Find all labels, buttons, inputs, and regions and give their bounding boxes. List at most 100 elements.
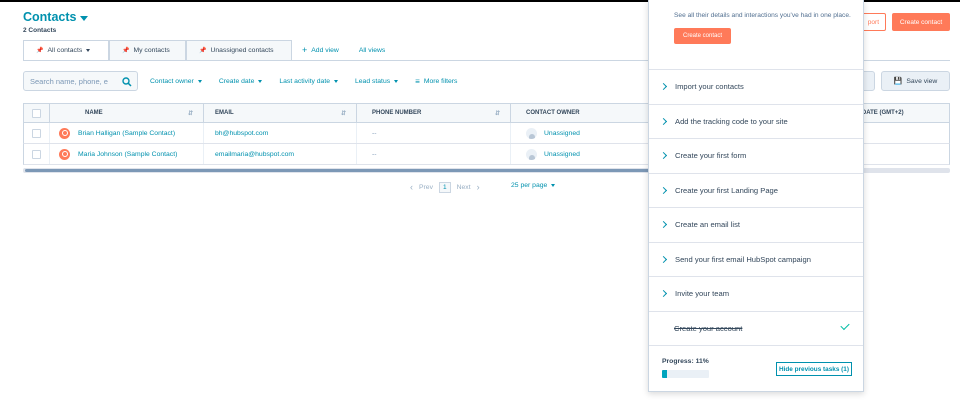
task-description: See all their details and interactions y…	[674, 12, 851, 19]
avatar-icon	[526, 148, 537, 160]
add-view-label: Add view	[311, 46, 339, 54]
search-box	[23, 71, 138, 91]
checklist-expanded-task: See all their details and interactions y…	[649, 0, 863, 70]
pin-icon: 📌	[199, 48, 207, 54]
chevron-down-icon	[258, 79, 263, 83]
phone-cell: --	[357, 123, 511, 143]
checklist-task[interactable]: Create your first Landing Page	[649, 174, 863, 208]
record-count: 2 Contacts	[23, 27, 57, 34]
task-label: Import your contacts	[675, 82, 744, 92]
column-header-email[interactable]: EMAIL ⇵	[204, 104, 357, 122]
sort-icon[interactable]: ⇵	[341, 110, 346, 117]
select-all-checkbox[interactable]	[32, 108, 41, 118]
current-page[interactable]: 1	[438, 181, 451, 193]
prev-page-button[interactable]: Prev	[419, 184, 433, 191]
filter-label: Lead status	[354, 77, 391, 85]
task-label: Create your first form	[675, 151, 747, 161]
filter-lead-status[interactable]: Lead status	[354, 77, 399, 85]
email-cell[interactable]: emailmaria@hubspot.com	[204, 144, 357, 164]
filter-lines-icon: ≡	[415, 76, 420, 86]
chevron-right-icon	[659, 117, 668, 125]
column-label: EMAIL	[215, 110, 234, 116]
hubspot-icon	[59, 127, 70, 139]
per-page-dropdown[interactable]: 25 per page	[511, 182, 556, 189]
tab-label: All contacts	[47, 47, 83, 54]
task-label: Create an email list	[675, 220, 740, 230]
chevron-down-icon	[197, 79, 202, 83]
task-label: Send your first email HubSpot campaign	[675, 254, 811, 264]
view-tabs: 📌 All contacts 📌 My contacts 📌 Unassigne…	[23, 40, 395, 60]
save-view-button[interactable]: 💾 Save view	[881, 71, 950, 91]
plus-icon: +	[302, 45, 308, 55]
filter-contact-owner[interactable]: Contact owner	[150, 78, 202, 85]
filter-label: Create date	[218, 77, 255, 85]
contact-name-link[interactable]: Brian Halligan (Sample Contact)	[78, 130, 175, 137]
save-icon: 💾	[893, 78, 903, 85]
row-select-cell	[24, 123, 50, 143]
scrollbar-thumb[interactable]	[25, 169, 665, 172]
checklist-task[interactable]: Create your first form	[649, 139, 863, 174]
sort-icon[interactable]: ⇵	[495, 110, 500, 117]
pagination: ‹ Prev 1 Next ›	[410, 181, 480, 193]
task-label: Create your account	[674, 323, 743, 333]
onboarding-checklist-panel: See all their details and interactions y…	[648, 0, 864, 392]
tab-unassigned-contacts[interactable]: 📌 Unassigned contacts	[186, 40, 292, 60]
checkmark-icon	[840, 320, 850, 330]
contact-name-link[interactable]: Maria Johnson (Sample Contact)	[78, 151, 177, 158]
email-cell[interactable]: bh@hubspot.com	[204, 123, 357, 143]
sort-icon[interactable]: ⇵	[188, 110, 193, 117]
checklist-task[interactable]: Add the tracking code to your site	[649, 105, 863, 139]
row-checkbox[interactable]	[32, 128, 41, 138]
page-title-dropdown[interactable]: Contacts	[23, 10, 89, 24]
filter-last-activity-date[interactable]: Last activity date	[279, 78, 338, 85]
checklist-tasks: Import your contacts Add the tracking cod…	[649, 70, 863, 346]
chevron-down-icon[interactable]	[86, 49, 91, 52]
filter-bar: Contact owner Create date Last activity …	[23, 71, 457, 91]
column-header-phone[interactable]: PHONE NUMBER ⇵	[357, 104, 511, 122]
row-select-cell	[24, 144, 50, 164]
row-checkbox[interactable]	[32, 149, 41, 159]
column-label: NAME	[85, 110, 103, 116]
chevron-right-icon[interactable]: ›	[477, 182, 480, 192]
checklist-create-contact-button[interactable]: Create contact	[674, 28, 732, 44]
checklist-task[interactable]: Create your account	[649, 312, 863, 346]
checklist-task[interactable]: Invite your team	[649, 277, 863, 312]
per-page-label: 25 per page	[511, 182, 548, 189]
add-view-button[interactable]: + Add view	[292, 40, 349, 60]
hubspot-icon	[59, 148, 70, 160]
chevron-left-icon[interactable]: ‹	[410, 182, 413, 192]
name-cell: Maria Johnson (Sample Contact)	[50, 144, 204, 164]
filter-label: Last activity date	[279, 77, 330, 85]
chevron-down-icon	[333, 79, 338, 83]
page-header: Contacts 2 Contacts	[23, 10, 89, 34]
save-view-label: Save view	[906, 77, 938, 85]
tab-all-contacts[interactable]: 📌 All contacts	[23, 40, 109, 60]
search-icon[interactable]	[122, 77, 132, 87]
tab-my-contacts[interactable]: 📌 My contacts	[109, 40, 186, 60]
chevron-down-icon	[80, 15, 89, 21]
hide-previous-tasks-button[interactable]: Hide previous tasks (1)	[776, 362, 852, 376]
column-header-name[interactable]: NAME ⇵	[50, 104, 204, 122]
checklist-task[interactable]: Import your contacts	[649, 70, 863, 105]
more-filters-button[interactable]: ≡ More filters	[415, 77, 457, 86]
next-page-button[interactable]: Next	[457, 184, 471, 191]
tab-label: My contacts	[133, 47, 170, 54]
phone-cell: --	[357, 144, 511, 164]
chevron-right-icon	[659, 255, 668, 263]
column-label: CONTACT OWNER	[526, 110, 580, 116]
checklist-task[interactable]: Send your first email HubSpot campaign	[649, 243, 863, 277]
owner-link[interactable]: Unassigned	[544, 151, 580, 158]
task-label: Invite your team	[675, 289, 730, 299]
owner-cell: Unassigned	[511, 144, 651, 164]
chevron-down-icon	[394, 79, 399, 83]
column-header-owner[interactable]: CONTACT OWNER	[511, 104, 651, 122]
all-views-link[interactable]: All views	[349, 40, 395, 60]
progress-fill	[662, 370, 668, 378]
search-input[interactable]	[30, 76, 118, 86]
create-contact-button[interactable]: Create contact	[892, 13, 950, 31]
task-label: Add the tracking code to your site	[675, 116, 788, 126]
chevron-down-icon	[551, 184, 556, 187]
owner-link[interactable]: Unassigned	[544, 130, 580, 137]
checklist-task[interactable]: Create an email list	[649, 208, 863, 243]
filter-create-date[interactable]: Create date	[219, 78, 263, 85]
